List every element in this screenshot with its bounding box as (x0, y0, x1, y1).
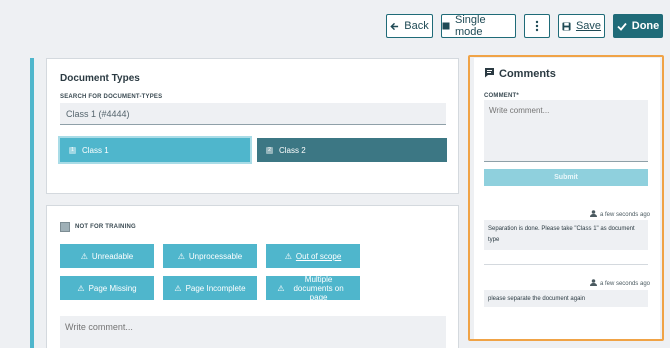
top-toolbar: Back Single mode Save Done (0, 0, 670, 52)
multiple-documents-label: Multiple documents on page (293, 274, 344, 302)
document-types-card: Document Types SEARCH FOR DOCUMENT-TYPES… (46, 58, 459, 194)
search-document-types-label: SEARCH FOR DOCUMENT-TYPES (60, 94, 163, 100)
class-badge-icon: 1 (69, 146, 76, 154)
square-icon (442, 22, 450, 30)
comments-panel-highlight (468, 55, 664, 341)
single-mode-label: Single mode (455, 14, 486, 38)
warning-icon: ⚠ (277, 283, 285, 293)
page-missing-button[interactable]: ⚠ Page Missing (60, 276, 154, 300)
unreadable-button[interactable]: ⚠ Unreadable (60, 244, 154, 268)
not-for-training-checkbox[interactable] (60, 222, 70, 232)
page-incomplete-label: Page Incomplete (185, 283, 246, 293)
arrow-left-icon (390, 22, 399, 31)
out-of-scope-button[interactable]: ⚠ Out of scope (266, 244, 360, 268)
class-1-label: Class 1 (82, 145, 109, 155)
warning-icon: ⚠ (284, 251, 292, 261)
review-card: NOT FOR TRAINING ⚠ Unreadable ⚠ Unproces… (46, 205, 459, 348)
multiple-documents-button[interactable]: ⚠ Multiple documents on page (266, 274, 360, 302)
done-button-label: Done (631, 20, 660, 32)
checkmark-icon (617, 22, 627, 31)
single-mode-button[interactable]: Single mode (441, 14, 516, 38)
more-options-button[interactable] (524, 14, 550, 38)
unreadable-label: Unreadable (91, 251, 134, 261)
class-2-label: Class 2 (279, 145, 306, 155)
unprocessable-label: Unprocessable (188, 251, 243, 261)
back-button-label: Back (404, 20, 429, 32)
warning-icon: ⚠ (177, 251, 185, 261)
unprocessable-button[interactable]: ⚠ Unprocessable (163, 244, 257, 268)
left-accent-bar (30, 58, 34, 348)
save-button[interactable]: Save (558, 14, 605, 38)
more-vertical-icon (535, 20, 539, 32)
page-missing-label: Page Missing (88, 283, 137, 293)
warning-icon: ⚠ (174, 283, 182, 293)
class-badge-icon: 2 (266, 146, 273, 154)
review-comment-input[interactable] (60, 316, 446, 348)
warning-icon: ⚠ (80, 251, 88, 261)
document-type-search-input[interactable] (60, 103, 446, 125)
class-1-button[interactable]: 1 Class 1 (58, 136, 252, 164)
warning-icon: ⚠ (77, 283, 85, 293)
document-types-title: Document Types (60, 73, 140, 84)
floppy-disk-icon (562, 21, 571, 31)
not-for-training-label: NOT FOR TRAINING (75, 224, 136, 230)
back-button[interactable]: Back (386, 14, 433, 38)
save-button-label: Save (575, 20, 602, 32)
out-of-scope-label: Out of scope (295, 251, 342, 261)
class-2-button[interactable]: 2 Class 2 (257, 138, 447, 162)
page-incomplete-button[interactable]: ⚠ Page Incomplete (163, 276, 257, 300)
done-button[interactable]: Done (613, 14, 663, 38)
